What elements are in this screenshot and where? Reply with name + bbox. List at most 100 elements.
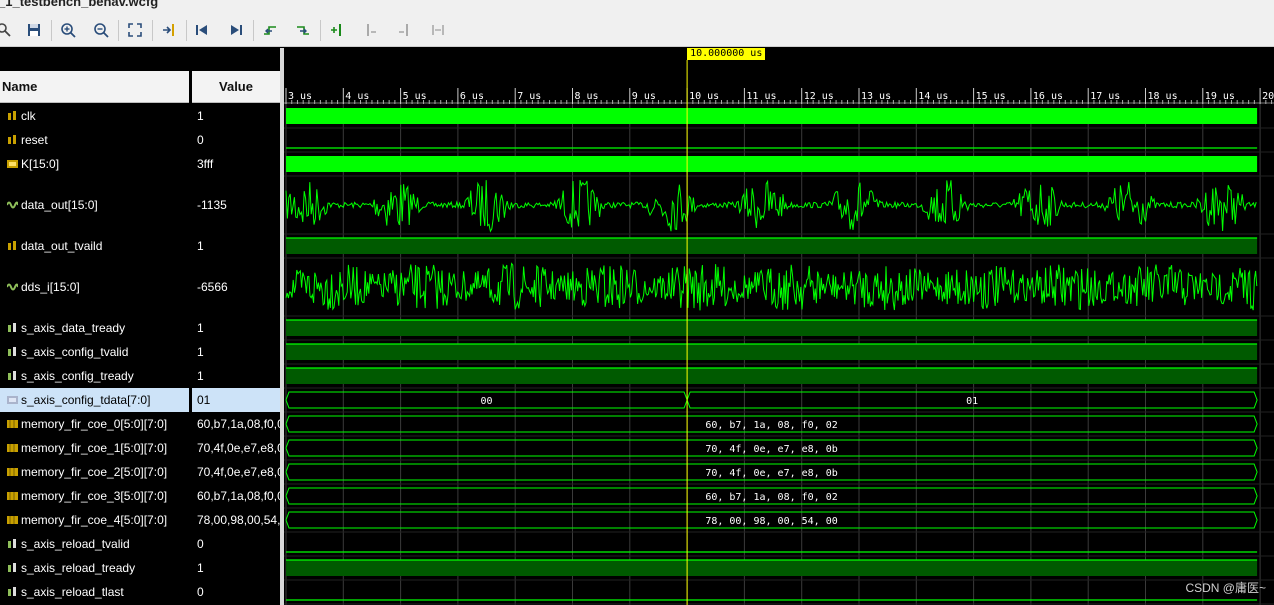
waveform-trace[interactable]: 00 01 <box>285 391 1258 409</box>
signal-value: 1 <box>197 321 204 335</box>
signal-name-text: memory_fir_coe_4[5:0][7:0] <box>21 513 168 527</box>
previous-marker-button[interactable] <box>359 18 383 42</box>
name-column-header[interactable]: Name <box>0 71 189 103</box>
go-to-time-zero-button[interactable] <box>190 18 214 42</box>
signal-value: -1135 <box>197 198 227 212</box>
dense-toggle-band <box>286 108 1258 124</box>
add-marker-button[interactable] <box>325 18 349 42</box>
signal-value-row[interactable]: 0 <box>192 532 280 556</box>
waveform-trace[interactable]: 60, b7, 1a, 08, f0, 02 <box>285 415 1258 433</box>
signal-value-row[interactable]: 3fff <box>192 152 280 176</box>
signal-row[interactable]: s_axis_config_tvalid <box>0 340 189 364</box>
signal-row[interactable]: data_out_tvaild <box>0 234 189 258</box>
signal-row[interactable]: s_axis_data_tready <box>0 316 189 340</box>
waveform-trace[interactable] <box>286 367 1258 384</box>
signal-value-row[interactable]: 0 <box>192 128 280 152</box>
waveform-trace[interactable] <box>285 262 1258 311</box>
cursor-time-label[interactable]: 10.000000 us <box>687 48 766 60</box>
signal-name: s_axis_data_tready <box>0 321 189 335</box>
ruler-tick-label: 20 <box>1262 91 1274 102</box>
signal-value-row[interactable]: 1 <box>192 234 280 258</box>
signal-value: 1 <box>197 239 204 253</box>
waveform-trace[interactable] <box>286 319 1258 336</box>
signal-row[interactable]: s_axis_reload_tvalid <box>0 532 189 556</box>
waveform-trace[interactable] <box>286 559 1258 576</box>
signal-value-row[interactable]: 60,b7,1a,08,f0,02 <box>192 412 280 436</box>
signal-name: memory_fir_coe_4[5:0][7:0] <box>0 513 189 527</box>
toolbar-separator <box>186 20 187 41</box>
waveform-trace[interactable]: 70, 4f, 0e, e7, e8, 0b <box>285 463 1258 481</box>
signal-value-row[interactable]: 1 <box>192 316 280 340</box>
signal-value-row[interactable]: 1 <box>192 340 280 364</box>
analog-icon <box>7 201 18 209</box>
signal-row[interactable]: clk <box>0 104 189 128</box>
signal-row[interactable]: memory_fir_coe_1[5:0][7:0] <box>0 436 189 460</box>
memory-icon <box>7 468 18 476</box>
signal-row[interactable]: memory_fir_coe_0[5:0][7:0] <box>0 412 189 436</box>
signal-name: dds_i[15:0] <box>0 280 189 294</box>
signal-name-text: memory_fir_coe_0[5:0][7:0] <box>21 417 168 431</box>
previous-transition-button[interactable] <box>258 18 282 42</box>
signal-value-row[interactable]: 1 <box>192 104 280 128</box>
signal-row[interactable]: K[15:0] <box>0 152 189 176</box>
analog-icon <box>7 283 18 291</box>
waveform-trace[interactable]: 78, 00, 98, 00, 54, 00 <box>285 511 1258 529</box>
signal-row[interactable]: s_axis_config_tready <box>0 364 189 388</box>
signal-row[interactable]: reset <box>0 128 189 152</box>
time-ruler[interactable] <box>284 48 1274 104</box>
signal-value-row[interactable]: 78,00,98,00,54,00 <box>192 508 280 532</box>
signal-value-row[interactable]: -6566 <box>192 258 280 316</box>
high-level-fill <box>286 320 1258 336</box>
value-column-label: Value <box>219 79 253 94</box>
signal-value-row[interactable]: -1135 <box>192 176 280 234</box>
save-button[interactable] <box>22 18 46 42</box>
signal-row[interactable]: memory_fir_coe_4[5:0][7:0] <box>0 508 189 532</box>
signal-value-row[interactable]: 0 <box>192 580 280 604</box>
signal-name: memory_fir_coe_1[5:0][7:0] <box>0 441 189 455</box>
waveform-pane[interactable]: 3 us 4 us 5 us 6 us 7 us 8 us 9 us 10 us 11 us 12… <box>284 48 1274 605</box>
search-button[interactable] <box>0 18 16 42</box>
value-column-header[interactable]: Value <box>192 71 280 103</box>
waveform-trace[interactable] <box>286 108 1258 124</box>
wire-icon <box>8 135 16 144</box>
zoom-out-button[interactable] <box>89 18 113 42</box>
signal-value-row[interactable]: 70,4f,0e,e7,e8,0b <box>192 460 280 484</box>
next-transition-button[interactable] <box>291 18 315 42</box>
signal-row[interactable]: memory_fir_coe_2[5:0][7:0] <box>0 460 189 484</box>
next-marker-button[interactable] <box>392 18 416 42</box>
signal-value-row[interactable]: 60,b7,1a,08,f0,02 <box>192 484 280 508</box>
analog-trace <box>285 179 1257 233</box>
high-level-fill <box>286 238 1258 254</box>
waveform-trace[interactable]: 60, b7, 1a, 08, f0, 02 <box>285 487 1258 505</box>
ruler-tick-label: 17 us <box>1090 91 1120 102</box>
signal-row[interactable]: s_axis_reload_tready <box>0 556 189 580</box>
go-to-last-time-button[interactable] <box>224 18 248 42</box>
go-to-cursor-button[interactable] <box>157 18 181 42</box>
go-to-time-zero-icon <box>196 25 207 35</box>
wire-icon <box>8 111 16 120</box>
input-icon <box>8 563 16 572</box>
waveform-trace[interactable]: 70, 4f, 0e, e7, e8, 0b <box>285 439 1258 457</box>
waveform-canvas[interactable]: 3 us 4 us 5 us 6 us 7 us 8 us 9 us 10 us 11 us 12… <box>284 48 1274 605</box>
zoom-fit-button[interactable] <box>123 18 147 42</box>
waveform-trace[interactable] <box>285 179 1257 233</box>
signal-name: data_out_tvaild <box>0 239 189 253</box>
waveform-trace[interactable] <box>286 237 1258 254</box>
zoom-in-button[interactable] <box>56 18 80 42</box>
memory-icon <box>7 492 18 500</box>
signal-name-text: data_out_tvaild <box>21 239 103 253</box>
signal-value-row[interactable]: 01 <box>192 388 280 412</box>
signal-name-text: s_axis_reload_tlast <box>21 585 124 599</box>
signal-value-row[interactable]: 1 <box>192 364 280 388</box>
signal-row[interactable]: s_axis_config_tdata[7:0] <box>0 388 189 412</box>
signal-row[interactable]: s_axis_reload_tlast <box>0 580 189 604</box>
signal-row[interactable]: memory_fir_coe_3[5:0][7:0] <box>0 484 189 508</box>
signal-value-row[interactable]: 70,4f,0e,e7,e8,0b <box>192 436 280 460</box>
waveform-trace[interactable] <box>286 343 1258 360</box>
waveform-trace[interactable] <box>286 156 1258 172</box>
signal-row[interactable]: data_out[15:0] <box>0 176 189 234</box>
signal-value-row[interactable]: 1 <box>192 556 280 580</box>
signal-row[interactable]: dds_i[15:0] <box>0 258 189 316</box>
signal-name-text: memory_fir_coe_2[5:0][7:0] <box>21 465 168 479</box>
swap-cursors-button[interactable] <box>426 18 450 42</box>
